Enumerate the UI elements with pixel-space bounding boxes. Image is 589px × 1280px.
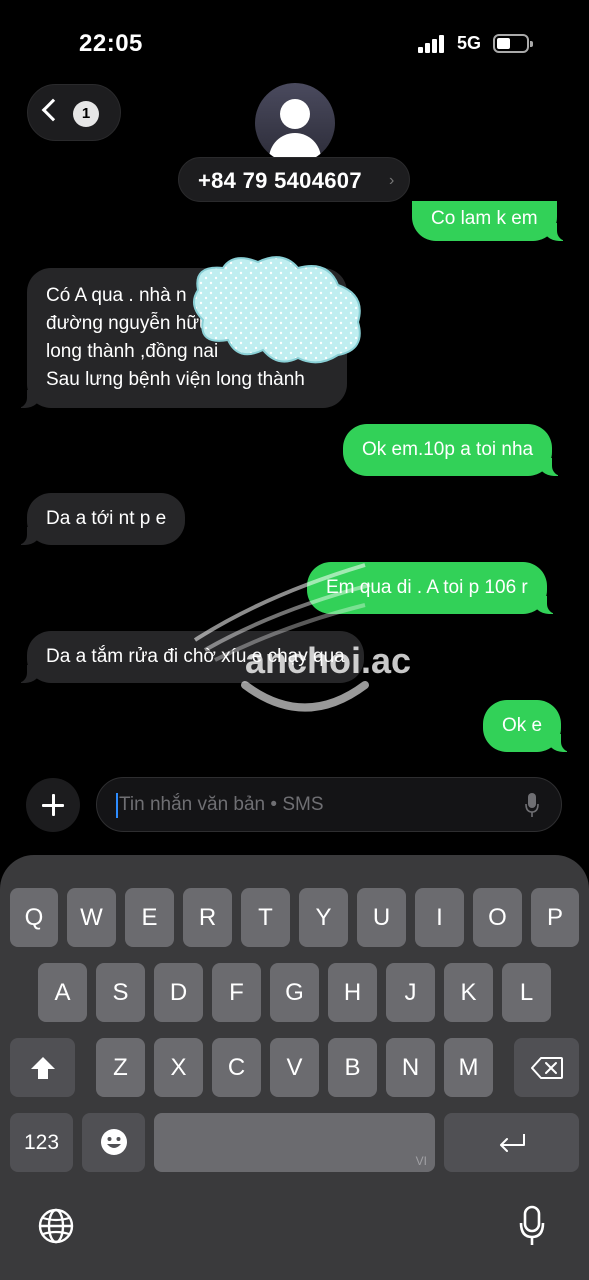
watermark-text: anchoi.ac — [245, 640, 411, 681]
message-input[interactable]: Tin nhắn văn bản • SMS — [96, 777, 562, 832]
backspace-key[interactable] — [514, 1038, 579, 1097]
key-a[interactable]: A — [38, 963, 87, 1022]
key-h[interactable]: H — [328, 963, 377, 1022]
key-z[interactable]: Z — [96, 1038, 145, 1097]
message-bubble-outgoing[interactable]: Co lam k em — [412, 201, 571, 241]
emoji-key[interactable] — [82, 1113, 145, 1172]
key-k[interactable]: K — [444, 963, 493, 1022]
contact-number: +84 79 5404607 — [198, 168, 362, 193]
chevron-left-icon — [41, 98, 65, 122]
key-i[interactable]: I — [415, 888, 464, 947]
key-f[interactable]: F — [212, 963, 261, 1022]
return-key[interactable] — [444, 1113, 579, 1172]
key-o[interactable]: O — [473, 888, 522, 947]
plus-button[interactable] — [26, 778, 80, 832]
key-u[interactable]: U — [357, 888, 406, 947]
contact-button[interactable]: +84 79 5404607 › — [178, 157, 410, 202]
message-placeholder: Tin nhắn văn bản • SMS — [119, 794, 324, 815]
backspace-icon — [530, 1057, 563, 1079]
watermark-logo: anchoi.ac — [193, 563, 411, 712]
keyboard-language-hint: VI — [415, 1154, 427, 1168]
key-w[interactable]: W — [67, 888, 116, 947]
message-bubble-outgoing[interactable]: Ok em.10p a toi nha — [343, 424, 567, 476]
key-n[interactable]: N — [386, 1038, 435, 1097]
signal-icon — [418, 35, 446, 53]
space-key[interactable]: VI — [154, 1113, 435, 1172]
censor-scribble — [193, 256, 361, 364]
key-p[interactable]: P — [531, 888, 579, 947]
microphone-icon[interactable] — [519, 1205, 545, 1247]
text-caret — [116, 793, 118, 818]
status-time: 22:05 — [79, 30, 143, 57]
key-x[interactable]: X — [154, 1038, 203, 1097]
shift-key[interactable] — [10, 1038, 75, 1097]
key-c[interactable]: C — [212, 1038, 261, 1097]
back-button[interactable]: 1 — [27, 84, 121, 141]
numbers-key[interactable]: 123 — [10, 1113, 73, 1172]
key-b[interactable]: B — [328, 1038, 377, 1097]
key-r[interactable]: R — [183, 888, 232, 947]
key-g[interactable]: G — [270, 963, 319, 1022]
return-icon — [499, 1134, 525, 1152]
key-s[interactable]: S — [96, 963, 145, 1022]
key-v[interactable]: V — [270, 1038, 319, 1097]
message-bubble-incoming[interactable]: Da a tới nt p e — [12, 493, 186, 545]
battery-icon — [493, 34, 533, 53]
emoji-icon — [100, 1129, 127, 1155]
network-label: 5G — [457, 33, 482, 53]
key-d[interactable]: D — [154, 963, 203, 1022]
status-bar: 22:05 5G — [0, 0, 589, 80]
message-bubble-outgoing[interactable]: Ok e — [483, 700, 576, 752]
key-j[interactable]: J — [386, 963, 435, 1022]
microphone-icon[interactable] — [525, 792, 539, 818]
shift-icon — [30, 1057, 55, 1079]
key-t[interactable]: T — [241, 888, 290, 947]
keyboard: Q W E R T Y U I O P A S D F G H J K L Z … — [0, 855, 589, 1280]
chevron-right-icon: › — [389, 172, 395, 189]
avatar-icon[interactable] — [255, 83, 335, 163]
key-q[interactable]: Q — [10, 888, 58, 947]
key-m[interactable]: M — [444, 1038, 493, 1097]
key-y[interactable]: Y — [299, 888, 348, 947]
unread-badge: 1 — [73, 101, 99, 127]
key-e[interactable]: E — [125, 888, 174, 947]
key-l[interactable]: L — [502, 963, 551, 1022]
globe-icon[interactable] — [37, 1207, 75, 1245]
